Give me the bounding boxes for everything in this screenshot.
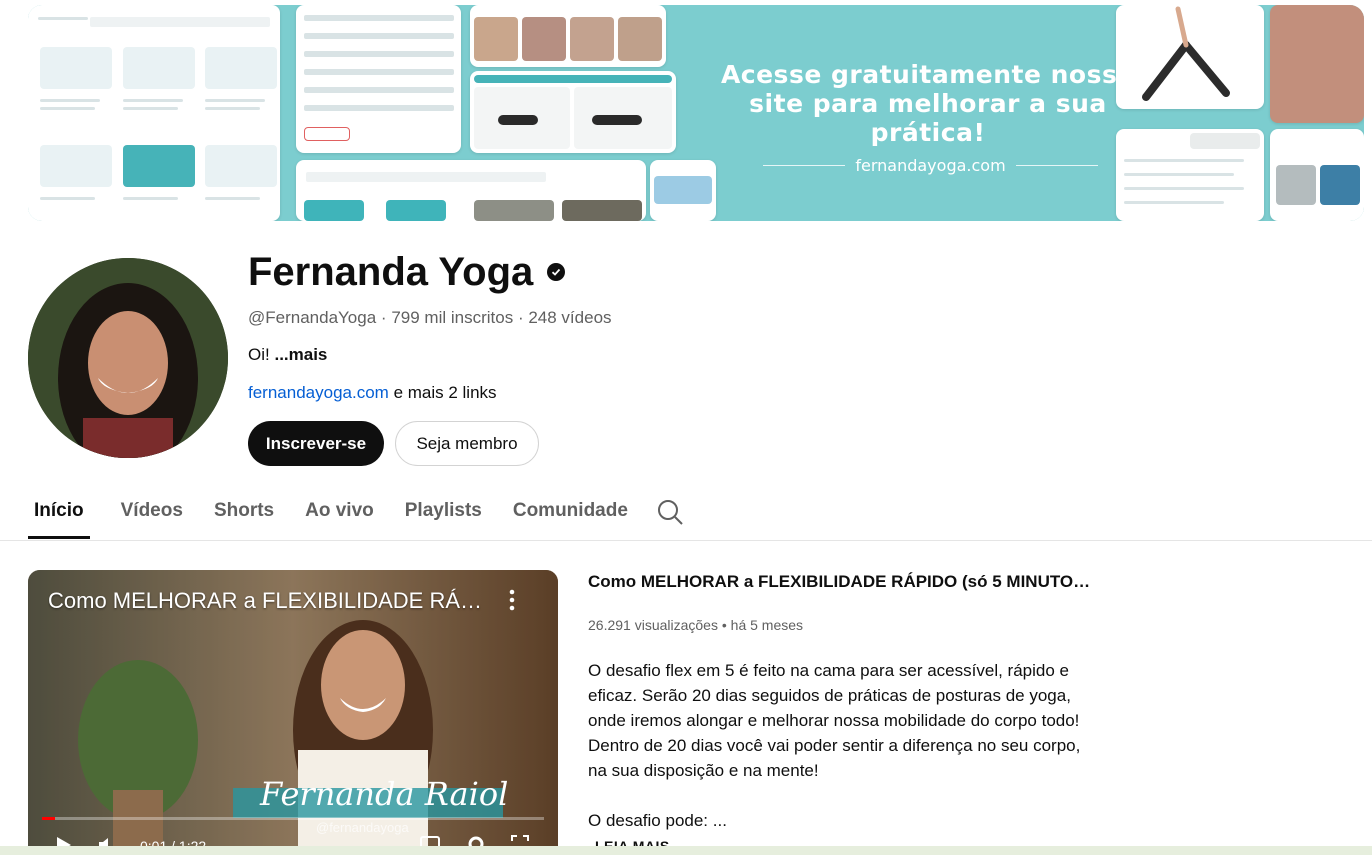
banner-mock-postures-list bbox=[28, 5, 280, 221]
view-count: 26.291 visualizações bbox=[588, 617, 718, 633]
banner-mock-class-postures bbox=[470, 5, 666, 67]
tab-live[interactable]: Ao vivo bbox=[305, 488, 374, 540]
banner-mock-modify-posture bbox=[470, 71, 676, 153]
banner-url-row: fernandayoga.com bbox=[763, 156, 1099, 175]
channel-avatar[interactable] bbox=[28, 258, 228, 458]
meta-dot: • bbox=[721, 617, 727, 633]
channel-website-link[interactable]: fernandayoga.com bbox=[248, 383, 389, 402]
banner-mock-news bbox=[650, 160, 716, 221]
banner-mock-search bbox=[296, 160, 646, 221]
description-more-link[interactable]: ...mais bbox=[274, 345, 327, 364]
banner-url-rule-right bbox=[1015, 165, 1099, 166]
subscribe-button[interactable]: Inscrever-se bbox=[248, 421, 384, 466]
banner-url: fernandayoga.com bbox=[855, 156, 1006, 175]
channel-banner: Acesse gratuitamente nosso site para mel… bbox=[28, 5, 1364, 221]
featured-video-description: O desafio flex em 5 é feito na cama para… bbox=[588, 661, 1081, 830]
banner-mock-pose-figure bbox=[1116, 5, 1264, 109]
player-progress-bar[interactable] bbox=[42, 817, 544, 820]
banner-headline: Acesse gratuitamente nosso site para mel… bbox=[720, 60, 1136, 147]
banner-url-rule-left bbox=[763, 165, 846, 166]
tab-community[interactable]: Comunidade bbox=[513, 488, 628, 540]
video-signature: Fernanda Raiol bbox=[260, 775, 509, 813]
more-links-link[interactable]: e mais 2 links bbox=[394, 383, 497, 402]
tab-videos[interactable]: Vídeos bbox=[121, 488, 183, 540]
taskbar-strip bbox=[0, 846, 1372, 855]
more-options-icon[interactable] bbox=[506, 588, 518, 612]
player-progress-fill bbox=[42, 817, 55, 820]
banner-mock-flexibility bbox=[1270, 5, 1364, 123]
banner-mock-filters bbox=[296, 5, 461, 153]
banner-mock-correct-incorrect bbox=[1116, 129, 1264, 221]
channel-meta: @FernandaYoga · 799 mil inscritos · 248 … bbox=[248, 308, 612, 328]
subscriber-count: 799 mil inscritos bbox=[391, 308, 514, 327]
player-overlay-title[interactable]: Como MELHORAR a FLEXIBILIDADE RÁPI... bbox=[48, 588, 488, 614]
tab-shorts[interactable]: Shorts bbox=[214, 488, 274, 540]
upload-age: há 5 meses bbox=[730, 617, 804, 633]
channel-name-row: Fernanda Yoga bbox=[248, 248, 566, 296]
verified-icon bbox=[547, 263, 566, 281]
search-icon[interactable] bbox=[655, 497, 685, 527]
tab-playlists[interactable]: Playlists bbox=[405, 488, 482, 540]
avatar-portrait bbox=[28, 258, 228, 458]
meta-separator: · bbox=[380, 308, 387, 327]
featured-video-meta: 26.291 visualizações • há 5 meses bbox=[588, 617, 803, 633]
tabs-divider bbox=[0, 540, 1372, 541]
featured-video-title[interactable]: Como MELHORAR a FLEXIBILIDADE RÁPIDO (só… bbox=[588, 572, 1098, 592]
yoga-pose-icon bbox=[1142, 6, 1230, 101]
featured-video-player[interactable]: Como MELHORAR a FLEXIBILIDADE RÁPI... Fe… bbox=[28, 570, 558, 855]
channel-tabs: Início Vídeos Shorts Ao vivo Playlists C… bbox=[28, 488, 659, 540]
channel-name: Fernanda Yoga bbox=[248, 250, 534, 294]
channel-description[interactable]: Oi! ...mais bbox=[248, 345, 327, 365]
description-text: Oi! bbox=[248, 345, 270, 364]
tab-home[interactable]: Início bbox=[28, 488, 90, 540]
video-count: 248 vídeos bbox=[528, 308, 612, 327]
join-membership-button[interactable]: Seja membro bbox=[395, 421, 539, 466]
channel-links: fernandayoga.com e mais 2 links bbox=[248, 383, 497, 403]
meta-separator: · bbox=[517, 308, 524, 327]
channel-handle: @FernandaYoga bbox=[248, 308, 377, 327]
banner-mock-accessories bbox=[1270, 129, 1364, 221]
